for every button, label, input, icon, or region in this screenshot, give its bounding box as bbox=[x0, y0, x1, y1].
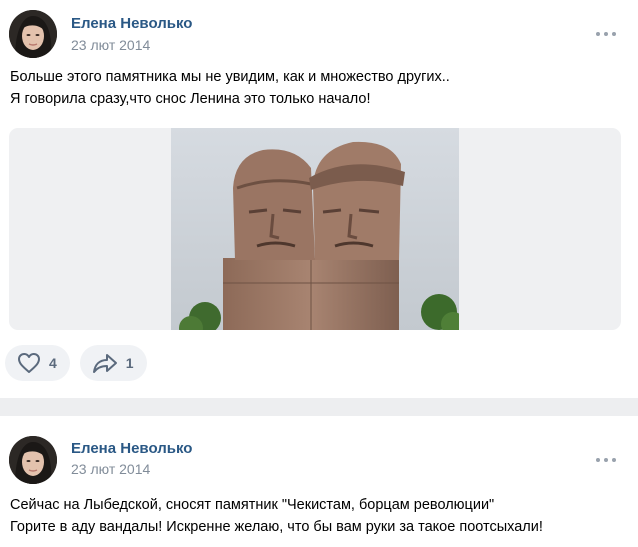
post-separator bbox=[0, 398, 638, 416]
post-text-line: Больше этого памятника мы не увидим, как… bbox=[10, 69, 450, 85]
post-text: Сейчас на Лыбедской, сносят памятник "Че… bbox=[10, 494, 543, 538]
post-photo-frame[interactable] bbox=[9, 128, 621, 330]
more-icon[interactable] bbox=[596, 457, 616, 463]
author-avatar[interactable] bbox=[9, 436, 57, 484]
post-date[interactable]: 23 лют 2014 bbox=[71, 37, 150, 53]
more-icon[interactable] bbox=[596, 31, 616, 37]
share-icon bbox=[92, 352, 118, 374]
author-avatar[interactable] bbox=[9, 10, 57, 58]
post-text-line: Сейчас на Лыбедской, сносят памятник "Че… bbox=[10, 497, 495, 513]
monument-photo[interactable] bbox=[171, 128, 465, 330]
post-date[interactable]: 23 лют 2014 bbox=[71, 461, 150, 477]
author-name[interactable]: Елена Неволько bbox=[71, 15, 192, 32]
post-text-line: Я говорила сразу,что снос Ленина это тол… bbox=[10, 91, 371, 107]
post-text: Больше этого памятника мы не увидим, как… bbox=[10, 66, 450, 110]
share-button[interactable]: 1 bbox=[79, 345, 147, 381]
post-actions: 4 1 bbox=[5, 345, 147, 383]
author-name[interactable]: Елена Неволько bbox=[71, 440, 192, 457]
heart-icon bbox=[17, 352, 41, 374]
share-count: 1 bbox=[125, 355, 134, 371]
like-count: 4 bbox=[49, 355, 57, 371]
post-1: Елена Неволько 23 лют 2014 Больше этого … bbox=[0, 0, 638, 398]
post-2: Елена Неволько 23 лют 2014 Сейчас на Лыб… bbox=[0, 416, 638, 547]
like-button[interactable]: 4 bbox=[5, 345, 70, 381]
post-text-line: Горите в аду вандалы! Искренне желаю, чт… bbox=[10, 519, 543, 535]
